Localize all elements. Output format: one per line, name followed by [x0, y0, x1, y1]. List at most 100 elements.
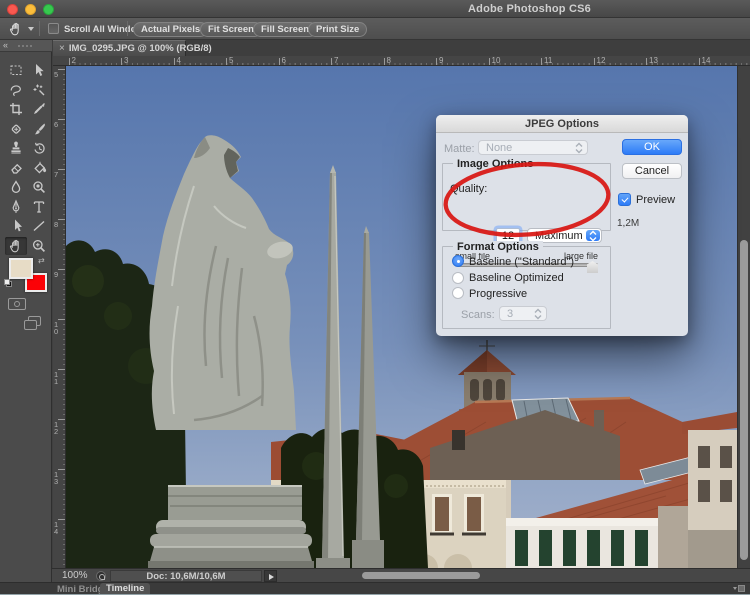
brush-tool[interactable]	[28, 120, 50, 138]
zoom-level-field[interactable]: 100%	[62, 570, 88, 581]
cancel-button[interactable]: Cancel	[622, 163, 682, 179]
ruler-tick	[58, 69, 66, 70]
baseline-optimized-radio[interactable]	[452, 272, 464, 284]
pen-icon	[8, 199, 24, 215]
actual-pixels-button[interactable]: Actual Pixels	[133, 22, 208, 37]
ruler-number: 9	[54, 271, 58, 278]
quick-mask-button[interactable]	[8, 298, 26, 310]
ruler-number: 7	[54, 171, 58, 178]
ruler-tick	[58, 269, 66, 270]
document-tabbar: × IMG_0295.JPG @ 100% (RGB/8)	[52, 40, 750, 56]
hand-icon	[8, 21, 24, 42]
rectangular-marquee-tool[interactable]	[5, 61, 27, 79]
divider	[39, 21, 40, 36]
image-options-group-label: Image Options	[453, 158, 537, 170]
path-selection-tool[interactable]	[5, 217, 27, 235]
ruler-tick	[279, 58, 280, 66]
print-size-button[interactable]: Print Size	[308, 22, 367, 37]
ruler-number: 8	[387, 56, 391, 65]
stepper-icon	[531, 308, 545, 319]
ruler-tick	[69, 58, 70, 66]
ruler-number: 14	[702, 56, 711, 65]
document-size-info[interactable]: Doc: 10,6M/10,6M	[110, 570, 262, 582]
ruler-tick	[174, 58, 175, 66]
horizontal-scrollbar-thumb[interactable]	[362, 572, 480, 579]
zoom-tool[interactable]	[28, 237, 50, 255]
ruler-tick	[541, 58, 542, 66]
zoom-window-button[interactable]	[43, 4, 54, 15]
scroll-all-windows-checkbox[interactable]	[48, 23, 59, 34]
stepper-icon	[572, 142, 586, 153]
vertical-scrollbar[interactable]	[737, 66, 750, 568]
panel-options-icon[interactable]	[733, 585, 745, 593]
hand-tool[interactable]	[5, 237, 27, 255]
screen-mode-button[interactable]	[24, 320, 37, 330]
tools-panel: « ⇄	[0, 40, 52, 582]
scans-label: Scans:	[461, 309, 495, 321]
type-icon	[31, 199, 47, 215]
ruler-number: 12	[597, 56, 606, 65]
healing-brush-tool[interactable]	[5, 120, 27, 138]
ruler-tick	[58, 369, 66, 370]
photoshop-window: Adobe Photoshop CS6 Scroll All Windows A…	[0, 0, 750, 595]
status-icon[interactable]	[96, 571, 106, 581]
move-tool[interactable]	[28, 61, 50, 79]
image-options-group: Image Options Quality: 12 Maximum small …	[442, 163, 611, 231]
blur-drop-icon	[8, 179, 24, 195]
dialog-title: JPEG Options	[525, 118, 599, 130]
magic-wand-tool[interactable]	[28, 81, 50, 99]
format-options-group-label: Format Options	[453, 241, 543, 253]
progressive-radio[interactable]	[452, 287, 464, 299]
matte-dropdown[interactable]: None	[478, 140, 588, 155]
horizontal-ruler: 23456789101112131415	[53, 56, 750, 66]
preview-checkbox[interactable]	[618, 193, 631, 206]
collapse-panel-icon[interactable]: «	[3, 40, 8, 50]
close-tab-icon[interactable]: ×	[59, 43, 65, 54]
format-options-group: Format Options Baseline ("Standard")Base…	[442, 246, 611, 329]
clone-stamp-tool[interactable]	[5, 139, 27, 157]
eraser-icon	[8, 160, 24, 176]
status-options-button[interactable]	[264, 570, 277, 582]
close-window-button[interactable]	[7, 4, 18, 15]
eyedropper-tool[interactable]	[28, 100, 50, 118]
move-icon	[31, 62, 47, 78]
ruler-number: 13	[649, 56, 658, 65]
pen-tool[interactable]	[5, 198, 27, 216]
ok-button[interactable]: OK	[622, 139, 682, 155]
ruler-tick	[58, 219, 66, 220]
dialog-titlebar[interactable]: JPEG Options	[436, 115, 688, 133]
ruler-tick	[58, 169, 66, 170]
panel-grip-icon[interactable]	[18, 45, 34, 47]
line-tool[interactable]	[28, 217, 50, 235]
gradient-tool[interactable]	[28, 159, 50, 177]
ruler-number: 7	[334, 56, 338, 65]
vertical-scrollbar-thumb[interactable]	[740, 240, 748, 560]
hand-icon	[8, 238, 24, 254]
default-colors-icon[interactable]	[4, 279, 10, 285]
brush-icon	[31, 121, 47, 137]
minimize-window-button[interactable]	[25, 4, 36, 15]
tool-preset-caret-icon[interactable]	[28, 27, 34, 31]
type-tool[interactable]	[28, 198, 50, 216]
tools-panel-header: «	[0, 40, 52, 52]
quality-preset-value: Maximum	[535, 230, 583, 242]
baseline-standard-radio[interactable]	[452, 255, 464, 267]
foreground-color-swatch[interactable]	[9, 258, 33, 279]
ruler-tick	[489, 58, 490, 66]
bottom-panel-tabs: Mini BridgeTimeline	[0, 582, 750, 594]
lasso-tool[interactable]	[5, 81, 27, 99]
scans-dropdown[interactable]: 3	[499, 306, 547, 321]
scans-value: 3	[507, 308, 513, 320]
preview-label: Preview	[636, 194, 675, 206]
ruler-tick	[699, 58, 700, 66]
ruler-number: 1 0	[54, 321, 58, 335]
ruler-number: 1 2	[54, 421, 58, 435]
crop-tool[interactable]	[5, 100, 27, 118]
dodge-tool[interactable]	[28, 178, 50, 196]
blur-tool[interactable]	[5, 178, 27, 196]
ruler-tick	[436, 58, 437, 66]
eraser-tool[interactable]	[5, 159, 27, 177]
history-brush-tool[interactable]	[28, 139, 50, 157]
swap-colors-icon[interactable]: ⇄	[38, 256, 45, 265]
document-tab[interactable]: × IMG_0295.JPG @ 100% (RGB/8)	[53, 40, 186, 56]
